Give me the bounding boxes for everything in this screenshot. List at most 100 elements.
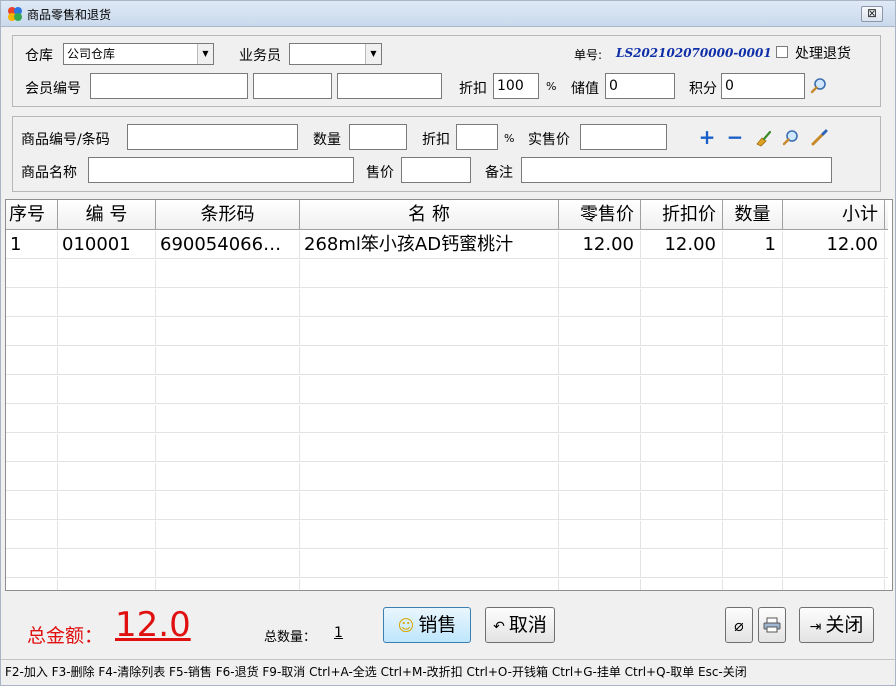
cell-quantity: 1 [723, 231, 783, 259]
return-checkbox[interactable] [776, 46, 788, 58]
empty-cell [783, 376, 885, 404]
empty-cell [58, 550, 156, 578]
empty-cell [300, 550, 559, 578]
stored-value-input[interactable]: 0 [605, 73, 675, 99]
points-input[interactable]: 0 [721, 73, 805, 99]
entry-discount-input[interactable] [456, 124, 498, 150]
salesperson-select[interactable]: ▼ [289, 43, 382, 65]
empty-cell [641, 260, 723, 288]
column-header-quantity[interactable]: 数量 [723, 200, 783, 230]
member-discount-input[interactable]: 100 [493, 73, 539, 99]
empty-cell [723, 289, 783, 317]
sell-button[interactable]: ☺ 销售 [383, 607, 471, 643]
warehouse-select[interactable]: 公司仓库 ▼ [63, 43, 214, 65]
empty-cell [156, 434, 300, 462]
column-header-index[interactable]: 序号 [6, 200, 58, 230]
empty-cell [723, 434, 783, 462]
empty-cell [300, 376, 559, 404]
close-button[interactable]: ⇥ 关闭 [799, 607, 874, 643]
remark-input[interactable] [521, 157, 832, 183]
empty-cell [6, 521, 58, 549]
empty-cell [58, 521, 156, 549]
add-icon[interactable]: + [698, 127, 716, 147]
empty-cell [641, 289, 723, 317]
chevron-down-icon[interactable]: ▼ [197, 44, 213, 64]
empty-cell [559, 376, 641, 404]
clear-broom-icon[interactable] [754, 129, 772, 147]
items-table[interactable]: 序号 编 号 条形码 名 称 零售价 折扣价 数量 小计 1 010001 69… [5, 199, 893, 591]
table-header: 序号 编 号 条形码 名 称 零售价 折扣价 数量 小计 [6, 200, 888, 230]
attachment-button[interactable]: ⌀ [725, 607, 753, 643]
column-header-retail-price[interactable]: 零售价 [559, 200, 641, 230]
empty-cell [300, 579, 559, 590]
empty-cell [641, 463, 723, 491]
empty-cell [559, 289, 641, 317]
empty-cell [300, 521, 559, 549]
empty-cell [6, 347, 58, 375]
empty-cell [723, 550, 783, 578]
empty-cell [156, 579, 300, 590]
title-bar: 商品零售和退货 ⊠ [1, 1, 895, 27]
member-no-input[interactable] [90, 73, 248, 99]
member-search-icon[interactable] [810, 77, 828, 95]
total-quantity-label: 总数量： [264, 630, 317, 645]
order-no-value: LS202102070000-0001 [616, 46, 772, 60]
empty-cell [156, 318, 300, 346]
product-code-input[interactable] [127, 124, 298, 150]
chevron-down-icon[interactable]: ▼ [365, 44, 381, 64]
member-no-label: 会员编号 [25, 81, 81, 97]
warehouse-label: 仓库 [25, 48, 53, 64]
member-extra-input[interactable] [337, 73, 442, 99]
column-header-barcode[interactable]: 条形码 [156, 200, 300, 230]
empty-cell [641, 550, 723, 578]
points-label: 积分 [689, 81, 717, 97]
window-close-button[interactable]: ⊠ [861, 6, 883, 22]
edit-pen-icon[interactable] [810, 129, 828, 147]
column-header-discount-price[interactable]: 折扣价 [641, 200, 723, 230]
member-name-input[interactable] [253, 73, 332, 99]
cancel-button[interactable]: ↶ 取消 [485, 607, 555, 643]
empty-cell [300, 289, 559, 317]
salesperson-label: 业务员 [239, 48, 281, 64]
product-name-label: 商品名称 [21, 165, 77, 181]
empty-table-row [6, 579, 888, 590]
column-header-subtotal[interactable]: 小计 [783, 200, 885, 230]
empty-cell [6, 376, 58, 404]
empty-cell [58, 347, 156, 375]
empty-cell [559, 260, 641, 288]
stored-value-label: 储值 [571, 81, 599, 97]
empty-cell [641, 318, 723, 346]
column-header-code[interactable]: 编 号 [58, 200, 156, 230]
remove-icon[interactable]: − [726, 127, 744, 147]
total-quantity-value: 1 [334, 625, 343, 641]
return-checkbox-label[interactable]: 处理退货 [795, 43, 851, 63]
sale-price-input[interactable] [401, 157, 471, 183]
print-button[interactable] [758, 607, 786, 643]
empty-cell [156, 260, 300, 288]
app-icon [8, 7, 22, 21]
cell-index: 1 [6, 231, 58, 259]
empty-cell [58, 463, 156, 491]
empty-table-row [6, 463, 888, 491]
window-title: 商品零售和退货 [27, 8, 112, 22]
empty-cell [783, 318, 885, 346]
empty-cell [156, 463, 300, 491]
table-row[interactable]: 1 010001 690054066… 268ml笨小孩AD钙蜜桃汁 12.00… [6, 231, 888, 259]
actual-price-input[interactable] [580, 124, 667, 150]
product-search-icon[interactable] [782, 129, 800, 147]
empty-cell [300, 347, 559, 375]
empty-cell [641, 521, 723, 549]
paperclip-icon: ⌀ [734, 616, 744, 635]
empty-cell [723, 260, 783, 288]
empty-cell [783, 550, 885, 578]
empty-cell [58, 376, 156, 404]
sell-button-label: 销售 [418, 614, 457, 636]
empty-cell [58, 492, 156, 520]
empty-table-row [6, 318, 888, 346]
smiley-icon: ☺ [397, 616, 415, 635]
product-name-input[interactable] [88, 157, 354, 183]
empty-cell [58, 318, 156, 346]
column-header-name[interactable]: 名 称 [300, 200, 559, 230]
empty-cell [783, 521, 885, 549]
entry-quantity-input[interactable] [349, 124, 407, 150]
